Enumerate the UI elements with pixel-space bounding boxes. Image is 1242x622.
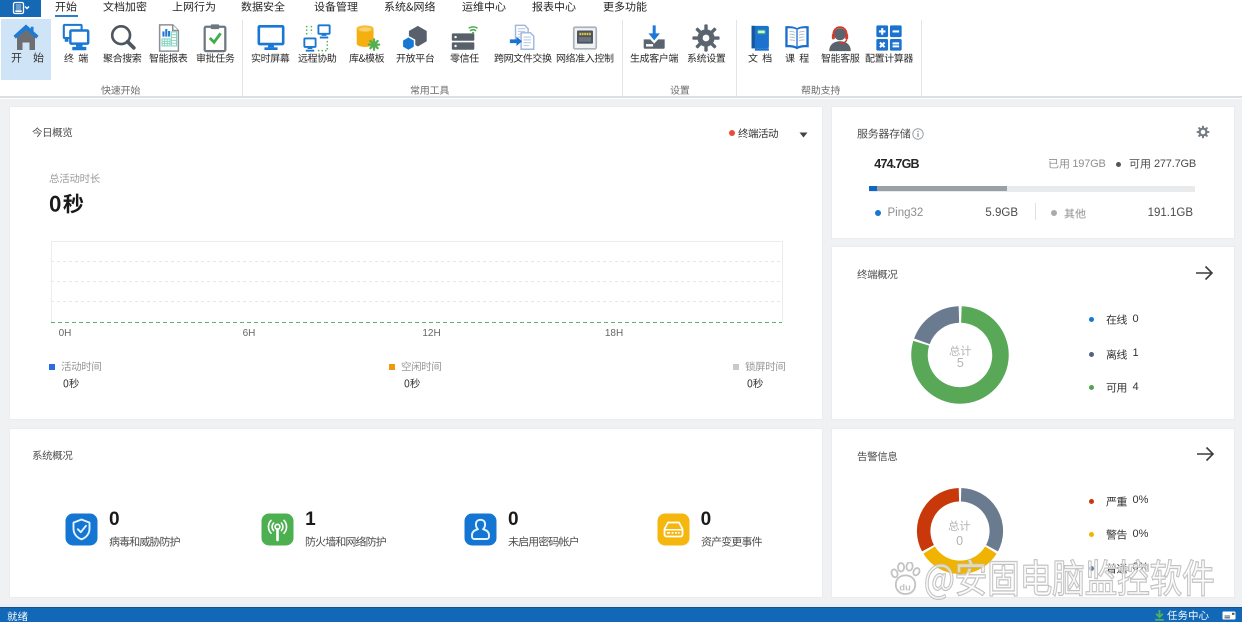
svg-text:du: du bbox=[899, 582, 911, 592]
